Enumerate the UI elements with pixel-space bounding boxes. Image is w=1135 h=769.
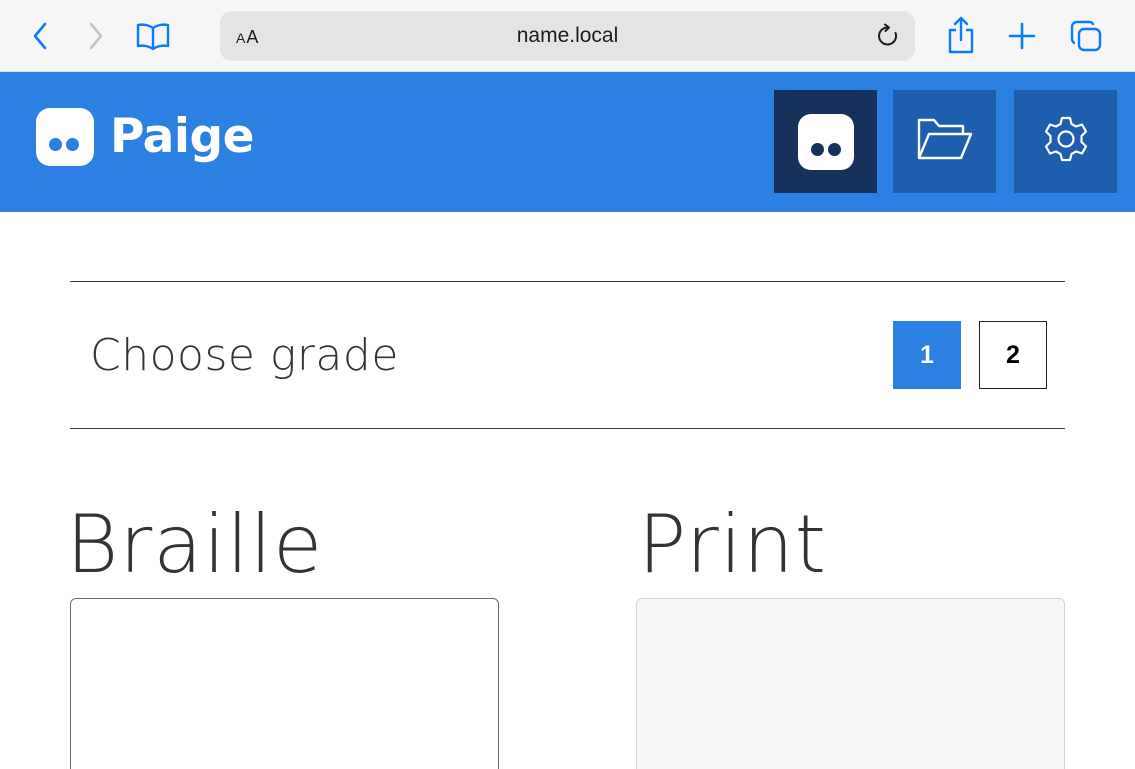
new-tab-icon[interactable]: [1004, 18, 1040, 54]
address-bar[interactable]: AA name.local: [220, 11, 915, 61]
app-header: Paige: [0, 72, 1135, 212]
paige-logo-icon: [36, 108, 94, 166]
grade-2-button[interactable]: 2: [979, 321, 1047, 389]
share-icon[interactable]: [944, 14, 978, 56]
reload-icon[interactable]: [875, 23, 901, 49]
url-text: name.local: [516, 24, 619, 47]
open-file-button[interactable]: [893, 90, 996, 193]
tabs-icon[interactable]: [1066, 18, 1106, 54]
browser-toolbar: AA name.local: [0, 0, 1135, 72]
back-icon[interactable]: [26, 20, 54, 52]
grade-label: Choose grade: [90, 330, 399, 381]
bookmarks-icon[interactable]: [134, 20, 172, 52]
print-output[interactable]: [636, 598, 1065, 769]
gear-icon: [1041, 114, 1091, 169]
braille-mode-button[interactable]: [774, 90, 877, 193]
paige-logo-icon: [797, 113, 854, 170]
divider: [70, 428, 1065, 429]
settings-button[interactable]: [1014, 90, 1117, 193]
folder-icon: [916, 116, 974, 167]
forward-icon[interactable]: [82, 20, 110, 52]
brand-logo[interactable]: Paige: [36, 108, 255, 166]
divider: [70, 281, 1065, 282]
braille-title: Braille: [66, 498, 324, 591]
print-title: Print: [638, 498, 828, 591]
braille-input[interactable]: [70, 598, 499, 769]
brand-name: Paige: [110, 109, 255, 164]
grade-1-button[interactable]: 1: [893, 321, 961, 389]
